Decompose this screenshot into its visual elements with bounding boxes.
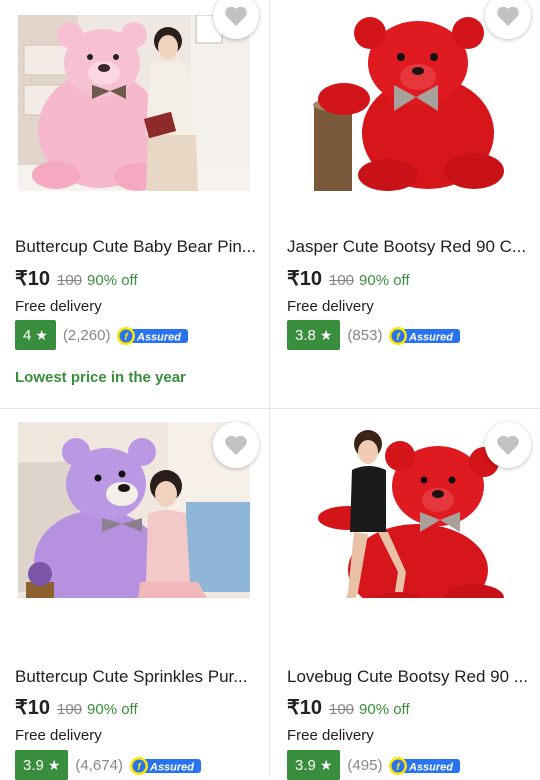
original-price: 100 [56,272,83,289]
assured-icon: f Assured [129,757,201,775]
rating-badge: 3.8 ★ [287,320,341,350]
rating-value: 4 [23,326,32,344]
rating-count: (2,260) [62,326,111,344]
heart-icon [497,435,519,455]
wishlist-button[interactable] [485,0,531,39]
product-image[interactable] [288,15,520,191]
assured-badge: f Assured [116,325,190,345]
assured-badge: f Assured [388,325,462,345]
rating-count: (853) [347,326,383,344]
price-row: ₹10 100 90% off [15,266,138,291]
heart-icon [225,435,247,455]
original-price: 100 [56,701,83,718]
price-row: ₹10 100 90% off [287,266,410,291]
rating-row: 3.9 ★ (495) f Assured [287,750,462,780]
product-title[interactable]: Buttercup Cute Sprinkles Pur... [15,667,267,687]
price-row: ₹10 100 90% off [287,695,410,720]
rating-row: 4 ★ (2,260) f Assured [15,320,190,350]
svg-text:Assured: Assured [149,762,194,774]
original-price: 100 [328,272,355,289]
assured-icon: f Assured [389,757,461,775]
product-card[interactable]: Lovebug Cute Bootsy Red 90 ... ₹10 100 9… [270,409,540,780]
product-card[interactable]: Buttercup Cute Sprinkles Pur... ₹10 100 … [0,409,270,780]
product-title[interactable]: Buttercup Cute Baby Bear Pin... [15,237,267,257]
wishlist-button[interactable] [213,422,259,468]
product-title[interactable]: Lovebug Cute Bootsy Red 90 ... [287,667,539,687]
product-card[interactable]: Jasper Cute Bootsy Red 90 C... ₹10 100 9… [270,0,540,408]
rating-value: 3.9 [23,756,44,774]
rating-badge: 3.9 ★ [15,750,69,780]
assured-icon: f Assured [389,327,461,345]
star-icon: ★ [47,756,61,773]
offer-note: Lowest price in the year [15,369,186,386]
wishlist-button[interactable] [485,422,531,468]
price-row: ₹10 100 90% off [15,695,138,720]
rating-row: 3.8 ★ (853) f Assured [287,320,462,350]
rating-badge: 4 ★ [15,320,56,350]
delivery-info: Free delivery [15,727,102,744]
product-image[interactable] [18,15,250,191]
svg-text:Assured: Assured [408,762,453,774]
star-icon: ★ [35,326,48,343]
assured-badge: f Assured [129,755,203,775]
delivery-info: Free delivery [15,298,102,315]
discount-label: 90% off [359,272,410,289]
selling-price: ₹10 [15,268,50,290]
rating-count: (4,674) [75,756,123,774]
assured-badge: f Assured [388,755,462,775]
product-grid: Buttercup Cute Baby Bear Pin... ₹10 100 … [0,0,540,780]
product-title[interactable]: Jasper Cute Bootsy Red 90 C... [287,237,539,257]
selling-price: ₹10 [15,697,50,719]
rating-row: 3.9 ★ (4,674) f Assured [15,750,203,780]
star-icon: ★ [319,326,333,343]
original-price: 100 [328,701,355,718]
svg-text:Assured: Assured [408,332,453,344]
delivery-info: Free delivery [287,727,374,744]
assured-icon: f Assured [117,327,189,345]
wishlist-button[interactable] [213,0,259,39]
discount-label: 90% off [359,701,410,718]
rating-badge: 3.9 ★ [287,750,341,780]
product-card[interactable]: Buttercup Cute Baby Bear Pin... ₹10 100 … [0,0,270,408]
selling-price: ₹10 [287,268,322,290]
rating-value: 3.9 [295,756,316,774]
star-icon: ★ [319,756,333,773]
heart-icon [497,6,519,26]
selling-price: ₹10 [287,697,322,719]
heart-icon [225,6,247,26]
rating-value: 3.8 [295,326,316,344]
svg-text:Assured: Assured [136,332,181,344]
delivery-info: Free delivery [287,298,374,315]
discount-label: 90% off [87,272,138,289]
rating-count: (495) [347,756,383,774]
discount-label: 90% off [87,701,138,718]
